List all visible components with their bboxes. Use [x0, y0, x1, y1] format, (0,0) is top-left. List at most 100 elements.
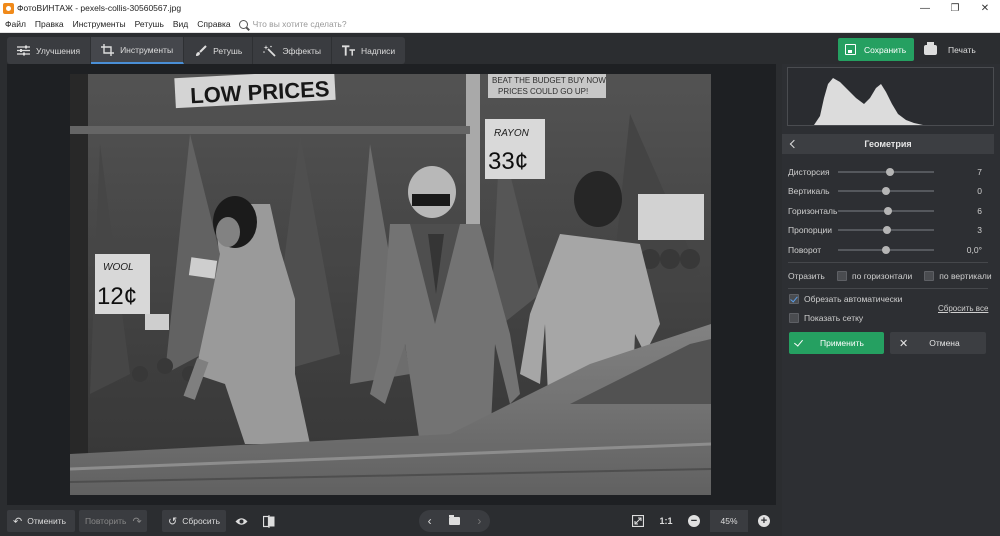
checkmark-icon [794, 336, 803, 347]
tab-tools[interactable]: Инструменты [91, 37, 185, 64]
slider-rotation[interactable]: Поворот 0,0° [788, 243, 988, 257]
slider-knob[interactable] [882, 187, 890, 195]
title-bar: ФотоВИНТАЖ - pexels-collis-30560567.jpg … [0, 0, 1000, 16]
divider [788, 288, 988, 289]
menu-edit[interactable]: Правка [30, 19, 68, 29]
menu-help[interactable]: Справка [192, 19, 234, 29]
menu-view[interactable]: Вид [168, 19, 192, 29]
slider-horizontal[interactable]: Горизонталь 6 [788, 204, 988, 218]
maximize-button[interactable]: ❐ [940, 0, 970, 16]
image-canvas[interactable]: LOW PRICES BEAT THE BUDGET BUY NOW PRICE… [7, 64, 776, 505]
window-title: ФотоВИНТАЖ - pexels-collis-30560567.jpg [17, 3, 182, 13]
magic-wand-icon [263, 44, 276, 57]
brush-icon [194, 44, 207, 57]
reflect-row: Отразить по горизонтали по вертикали [788, 269, 993, 283]
slider-distortion[interactable]: Дисторсия 7 [788, 165, 988, 179]
minimize-button[interactable]: — [910, 0, 940, 16]
tab-enhancements[interactable]: Улучшения [7, 37, 92, 64]
apply-label: Применить [820, 338, 864, 348]
cancel-button[interactable]: ✕ Отмена [890, 332, 986, 354]
reset-button[interactable]: ↺ Сбросить [162, 510, 226, 532]
tab-captions[interactable]: Надписи [332, 37, 405, 64]
next-image-button[interactable]: › [477, 514, 481, 528]
slider-label: Поворот [788, 245, 822, 255]
vintage-street-photo: LOW PRICES BEAT THE BUDGET BUY NOW PRICE… [70, 74, 711, 495]
actual-size-button[interactable]: 1:1 [655, 510, 677, 532]
undo-icon: ↶ [13, 515, 23, 528]
search-icon [238, 19, 248, 29]
slider-proportions[interactable]: Пропорции 3 [788, 223, 988, 237]
slider-track[interactable] [838, 207, 934, 215]
sliders-icon [17, 45, 30, 57]
slider-knob[interactable] [885, 168, 894, 176]
menu-tools[interactable]: Инструменты [68, 19, 130, 29]
tab-retouch[interactable]: Ретушь [184, 37, 254, 64]
photo-preview[interactable]: LOW PRICES BEAT THE BUDGET BUY NOW PRICE… [70, 74, 711, 495]
slider-knob[interactable] [882, 226, 891, 234]
image-navigation: ‹ › [419, 510, 490, 532]
show-grid-row[interactable]: Показать сетку [789, 311, 863, 325]
tab-label: Надписи [360, 45, 396, 56]
app-logo-icon [3, 2, 14, 14]
folder-icon[interactable] [448, 515, 460, 525]
auto-crop-checkbox[interactable] [789, 294, 799, 304]
slider-value: 0,0° [966, 245, 982, 255]
slider-value: 6 [977, 206, 982, 216]
flip-horizontal-label[interactable]: по горизонтали [852, 271, 912, 281]
fit-screen-icon[interactable] [627, 510, 649, 532]
reset-icon: ↺ [168, 515, 178, 528]
tab-label: Ретушь [213, 45, 243, 56]
slider-track[interactable] [838, 246, 934, 254]
save-button[interactable]: Сохранить [838, 38, 914, 61]
close-button[interactable]: ✕ [970, 0, 1000, 16]
tab-effects[interactable]: Эффекты [253, 37, 332, 64]
redo-button[interactable]: Повторить ↷ [79, 510, 147, 532]
show-grid-checkbox[interactable] [789, 313, 799, 323]
undo-label: Отменить [27, 516, 67, 526]
auto-crop-label[interactable]: Обрезать автоматически [804, 294, 902, 304]
window-controls: — ❐ ✕ [910, 0, 1000, 16]
undo-button[interactable]: ↶ Отменить [7, 510, 75, 532]
zoom-out-button[interactable]: − [688, 515, 700, 527]
printer-icon [924, 41, 937, 55]
auto-crop-row[interactable]: Обрезать автоматически [789, 292, 902, 306]
compare-icon[interactable] [258, 510, 280, 532]
slider-track[interactable] [838, 226, 934, 234]
slider-label: Пропорции [788, 225, 832, 235]
geometry-header: Геометрия [782, 134, 994, 154]
menu-retouch[interactable]: Ретушь [130, 19, 168, 29]
bottom-bar: ↶ Отменить Повторить ↷ ↺ Сбросить ‹ › 1:… [0, 505, 782, 536]
reset-all-link[interactable]: Сбросить все [938, 304, 988, 313]
slider-knob[interactable] [883, 207, 892, 215]
show-grid-label[interactable]: Показать сетку [804, 313, 863, 323]
flip-vertical-checkbox[interactable] [924, 271, 935, 281]
divider [788, 262, 988, 263]
menu-search[interactable]: Что вы хотите сделать? [238, 19, 347, 29]
slider-track[interactable] [838, 168, 934, 176]
crop-icon [101, 43, 115, 56]
tab-label: Инструменты [120, 44, 174, 55]
flip-vertical-label[interactable]: по вертикали [939, 271, 991, 281]
redo-icon: ↷ [132, 515, 142, 528]
apply-button[interactable]: Применить [789, 332, 884, 354]
flip-horizontal-checkbox[interactable] [837, 271, 847, 281]
eye-icon[interactable] [230, 510, 252, 532]
slider-track[interactable] [838, 187, 934, 195]
save-disk-icon [845, 44, 856, 55]
previous-image-button[interactable]: ‹ [428, 514, 432, 528]
histogram [787, 67, 994, 126]
print-button[interactable]: Печать [917, 38, 993, 61]
search-placeholder[interactable]: Что вы хотите сделать? [253, 19, 347, 29]
slider-knob[interactable] [882, 246, 890, 254]
print-label: Печать [948, 44, 976, 55]
slider-vertical[interactable]: Вертикаль 0 [788, 184, 988, 198]
zoom-level[interactable]: 45% [710, 510, 748, 532]
zoom-in-button[interactable]: + [758, 515, 770, 527]
tab-label: Эффекты [282, 45, 321, 56]
slider-value: 0 [977, 186, 982, 196]
save-label: Сохранить [864, 44, 907, 55]
slider-value: 3 [977, 225, 982, 235]
menu-file[interactable]: Файл [0, 19, 30, 29]
panel-title: Геометрия [864, 139, 912, 149]
slider-label: Горизонталь [788, 206, 838, 216]
